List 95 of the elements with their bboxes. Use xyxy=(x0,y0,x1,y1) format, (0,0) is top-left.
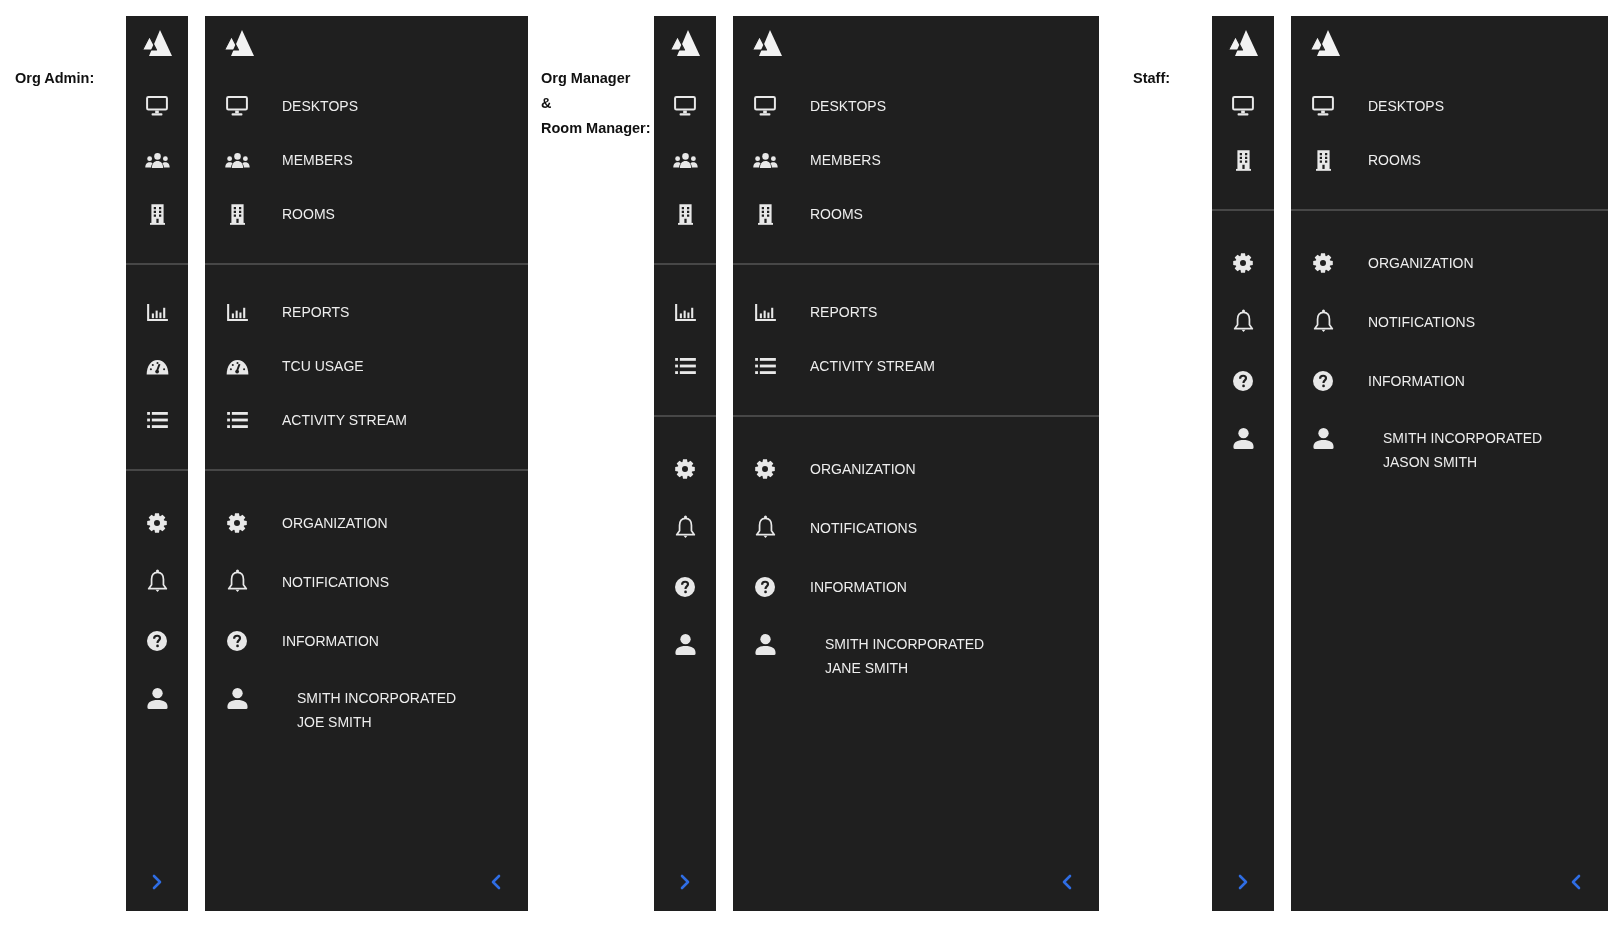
organization-name: SMITH INCORPORATED xyxy=(297,689,457,708)
bell-icon[interactable] xyxy=(145,569,169,594)
nav-item[interactable]: NOTIFICATIONS xyxy=(752,515,918,540)
building-icon xyxy=(757,203,773,225)
role-label: & xyxy=(541,94,552,113)
building-icon xyxy=(229,203,245,225)
role-label: Org Admin: xyxy=(15,69,95,88)
nav-item[interactable]: DESKTOPS xyxy=(224,96,358,116)
gear-icon xyxy=(1313,252,1333,273)
mountain-logo-icon xyxy=(1228,30,1258,56)
user-name: JOE SMITH xyxy=(297,713,372,732)
help-icon xyxy=(227,630,247,651)
user-name: JANE SMITH xyxy=(825,659,909,678)
user-name: JASON SMITH xyxy=(1383,453,1478,472)
mountain-logo-icon xyxy=(670,30,700,56)
desktop-icon[interactable] xyxy=(1232,96,1254,116)
gauge-icon[interactable] xyxy=(145,357,169,375)
user-icon xyxy=(1312,427,1334,449)
help-icon xyxy=(1313,370,1333,391)
list-icon[interactable] xyxy=(674,358,696,374)
gear-icon[interactable] xyxy=(675,458,695,479)
organization-name: SMITH INCORPORATED xyxy=(825,635,985,654)
people-icon[interactable] xyxy=(672,152,698,168)
bell-icon[interactable] xyxy=(673,515,697,540)
role-label: Org Manager xyxy=(541,69,631,88)
organization-name: SMITH INCORPORATED xyxy=(1383,429,1543,448)
gear-icon xyxy=(227,512,247,533)
nav-item[interactable]: ORGANIZATION xyxy=(1310,252,1474,273)
bell-icon[interactable] xyxy=(1231,309,1255,334)
nav-item[interactable]: ROOMS xyxy=(752,203,863,225)
chevron-right-icon[interactable] xyxy=(152,874,162,890)
mountain-logo-icon xyxy=(224,30,254,56)
bell-icon xyxy=(1311,309,1335,334)
bell-icon xyxy=(753,515,777,540)
chevron-left-icon[interactable] xyxy=(1062,874,1072,890)
nav-item[interactable]: INFORMATION xyxy=(1310,370,1465,391)
bar-chart-icon xyxy=(226,303,248,321)
nav-item[interactable]: DESKTOPS xyxy=(1310,96,1444,116)
nav-item[interactable]: INFORMATION xyxy=(752,576,907,597)
help-icon[interactable] xyxy=(675,576,695,597)
building-icon xyxy=(1315,149,1331,171)
gear-icon xyxy=(755,458,775,479)
user-icon[interactable] xyxy=(1232,428,1254,449)
nav-item[interactable]: MEMBERS xyxy=(224,150,353,170)
chevron-right-icon[interactable] xyxy=(680,874,690,890)
gear-icon[interactable] xyxy=(147,512,167,533)
people-icon xyxy=(224,152,250,168)
gauge-icon xyxy=(225,357,249,375)
list-icon[interactable] xyxy=(146,412,168,428)
user-icon[interactable] xyxy=(674,634,696,655)
bar-chart-icon[interactable] xyxy=(674,303,696,321)
bell-icon xyxy=(225,569,249,594)
role-label: Room Manager: xyxy=(541,119,651,138)
people-icon[interactable] xyxy=(144,152,170,168)
desktop-icon[interactable] xyxy=(674,96,696,116)
nav-item[interactable]: ORGANIZATION xyxy=(752,458,916,479)
nav-item[interactable]: DESKTOPS xyxy=(752,96,886,116)
nav-item[interactable]: NOTIFICATIONS xyxy=(1310,309,1476,334)
nav-item[interactable]: REPORTS xyxy=(752,302,878,322)
bar-chart-icon[interactable] xyxy=(146,303,168,321)
desktop-icon xyxy=(1312,96,1334,116)
nav-item[interactable]: MEMBERS xyxy=(752,150,881,170)
nav-item[interactable]: INFORMATION xyxy=(224,630,379,651)
building-icon[interactable] xyxy=(1235,149,1251,171)
nav-item[interactable]: ROOMS xyxy=(1310,149,1421,171)
desktop-icon xyxy=(754,96,776,116)
list-icon xyxy=(754,358,776,374)
chevron-right-icon[interactable] xyxy=(1238,874,1248,890)
nav-item[interactable]: ACTIVITY STREAM xyxy=(752,356,935,376)
help-icon xyxy=(755,576,775,597)
nav-item[interactable]: ORGANIZATION xyxy=(224,512,388,533)
user-icon xyxy=(226,687,248,709)
people-icon xyxy=(752,152,778,168)
desktop-icon[interactable] xyxy=(146,96,168,116)
bar-chart-icon xyxy=(754,303,776,321)
nav-item[interactable]: NOTIFICATIONS xyxy=(224,569,390,594)
nav-item[interactable]: ACTIVITY STREAM xyxy=(224,410,407,430)
help-icon[interactable] xyxy=(147,630,167,651)
nav-item[interactable]: TCU USAGE xyxy=(224,356,364,376)
gear-icon[interactable] xyxy=(1233,252,1253,273)
mountain-logo-icon xyxy=(1310,30,1340,56)
mountain-logo-icon xyxy=(752,30,782,56)
nav-item[interactable]: REPORTS xyxy=(224,302,350,322)
desktop-icon xyxy=(226,96,248,116)
building-icon[interactable] xyxy=(677,203,693,225)
help-icon[interactable] xyxy=(1233,370,1253,391)
building-icon[interactable] xyxy=(149,203,165,225)
user-icon xyxy=(754,633,776,655)
mountain-logo-icon xyxy=(142,30,172,56)
chevron-left-icon[interactable] xyxy=(1571,874,1581,890)
role-label: Staff: xyxy=(1133,69,1171,88)
list-icon xyxy=(226,412,248,428)
user-icon[interactable] xyxy=(146,688,168,709)
chevron-left-icon[interactable] xyxy=(491,874,501,890)
nav-item[interactable]: ROOMS xyxy=(224,203,335,225)
